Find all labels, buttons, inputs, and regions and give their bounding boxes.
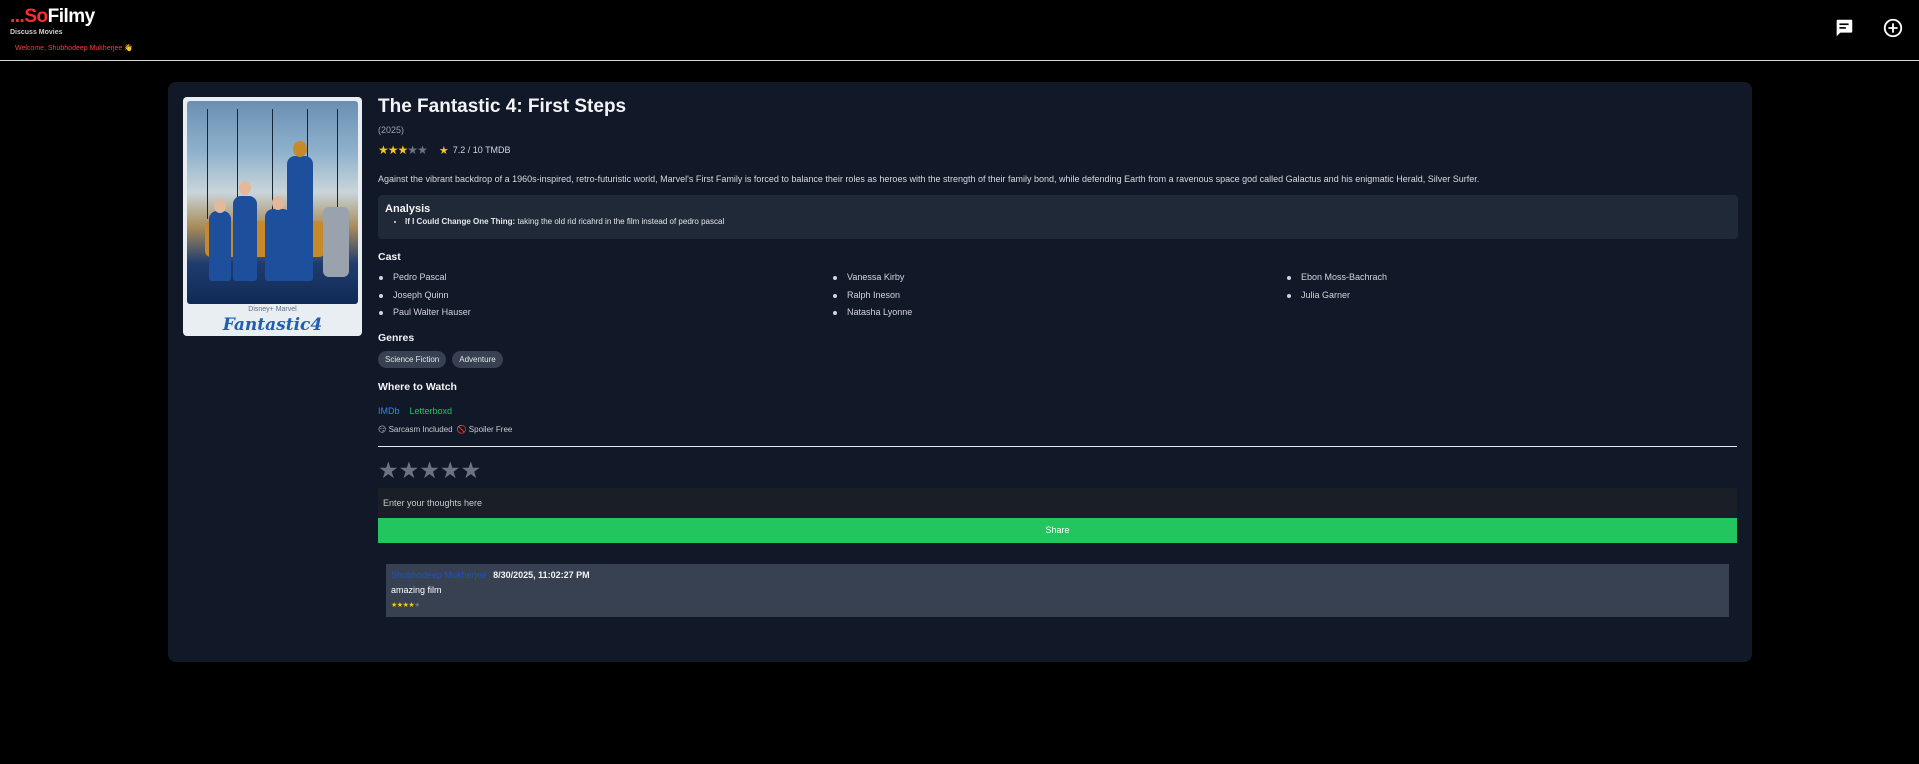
site-logo[interactable]: ...SoFilmy [10, 7, 95, 27]
site-tagline: Discuss Movies [10, 29, 63, 36]
cast-member: Paul Walter Hauser [378, 307, 832, 319]
cast-member: Natasha Lyonne [832, 307, 1286, 319]
cast-list: Pedro Pascal Vanessa Kirby Ebon Moss-Bac… [378, 272, 1738, 319]
message-icon[interactable] [1833, 17, 1855, 39]
thoughts-input[interactable] [378, 487, 1737, 518]
movie-info: The Fantastic 4: First Steps (2025) ★★★★… [378, 96, 1738, 617]
tmdb-rating: ★ 7.2 / 10 TMDB [439, 144, 511, 157]
poster-artwork [187, 101, 358, 304]
cast-member: Vanessa Kirby [832, 272, 1286, 284]
star-icon: ★ [438, 144, 449, 157]
genres-heading: Genres [378, 331, 415, 344]
rate-star-1[interactable]: ★ [378, 457, 399, 484]
poster-title: Fantastic4 [222, 315, 323, 335]
review-star-input[interactable]: ★ ★ ★ ★ ★ [378, 457, 1738, 484]
add-circle-icon[interactable] [1882, 17, 1904, 39]
cast-member: Pedro Pascal [378, 272, 832, 284]
cast-member: Ralph Ineson [832, 290, 1286, 302]
tmdb-score: 7.2 / 10 TMDB [452, 145, 511, 155]
cast-member: Ebon Moss-Bachrach [1286, 272, 1740, 284]
sarcasm-badge: 😏 Sarcasm Included [378, 424, 453, 434]
poster-brand: Disney+ Marvel [248, 306, 297, 313]
cast-member: Julia Garner [1286, 290, 1740, 302]
rate-star-2[interactable]: ★ [399, 457, 420, 484]
comment-date: 8/30/2025, 11:02:27 PM [493, 569, 590, 580]
share-button[interactable]: Share [378, 517, 1737, 543]
analysis-item-text: taking the old rid ricahrd in the film i… [515, 217, 725, 226]
letterboxd-link[interactable]: Letterboxd [410, 406, 453, 416]
movie-year: (2025) [378, 125, 405, 135]
rate-star-4[interactable]: ★ [440, 457, 461, 484]
where-to-watch-heading: Where to Watch [378, 380, 457, 393]
brand[interactable]: ...SoFilmy Discuss Movies [10, 7, 95, 37]
divider [378, 445, 1737, 447]
star-icon: ★ [397, 143, 409, 157]
movie-poster: Disney+ Marvel Fantastic4 [183, 97, 362, 336]
star-icon: ★ [378, 143, 389, 157]
imdb-link[interactable]: IMDb [378, 406, 400, 416]
movie-title: The Fantastic 4: First Steps [378, 96, 627, 117]
analysis-box: Analysis If I Could Change One Thing: ta… [378, 195, 1738, 239]
badges: 😏 Sarcasm Included 🚫 Spoiler Free [378, 425, 1738, 434]
star-icon: ★ [417, 143, 428, 157]
cast-heading: Cast [378, 251, 401, 263]
movie-card: Disney+ Marvel Fantastic4 The Fantastic … [168, 82, 1752, 662]
movie-overview: Against the vibrant backdrop of a 1960s-… [378, 174, 1480, 184]
movie-star-rating: ★★★★★ [378, 143, 428, 157]
analysis-heading: Analysis [385, 203, 431, 215]
rate-star-3[interactable]: ★ [419, 457, 440, 484]
watch-links: IMDb Letterboxd [378, 406, 1738, 416]
comment-header: Shubhodeep Mukherjee 8/30/2025, 11:02:27… [391, 570, 1724, 580]
analysis-item-title: If I Could Change One Thing: [405, 217, 516, 226]
analysis-item: If I Could Change One Thing: taking the … [405, 217, 1731, 226]
genre-tag[interactable]: Science Fiction [378, 350, 447, 368]
top-navbar: ...SoFilmy Discuss Movies Welcome, Shubh… [0, 0, 1919, 61]
comment-username[interactable]: Shubhodeep Mukherjee [391, 570, 487, 580]
spoiler-badge: 🚫 Spoiler Free [456, 424, 513, 434]
comment-item: Shubhodeep Mukherjee 8/30/2025, 11:02:27… [386, 563, 1729, 617]
rate-star-5[interactable]: ★ [461, 457, 482, 484]
rating-row: ★★★★★ ★ 7.2 / 10 TMDB [378, 143, 1738, 157]
star-icon: ★ [387, 143, 399, 157]
star-icon: ★ [407, 143, 418, 157]
welcome-message: Welcome, Shubhodeep Mukherjee 👋 [15, 45, 133, 52]
cast-member: Joseph Quinn [378, 290, 832, 302]
comment-text: amazing film [391, 584, 442, 595]
genre-list: Science Fiction Adventure [378, 350, 1738, 368]
genre-tag[interactable]: Adventure [452, 350, 503, 368]
comment-star-rating: ★★★★★ [391, 601, 1724, 609]
star-icon: ★ [414, 601, 420, 609]
